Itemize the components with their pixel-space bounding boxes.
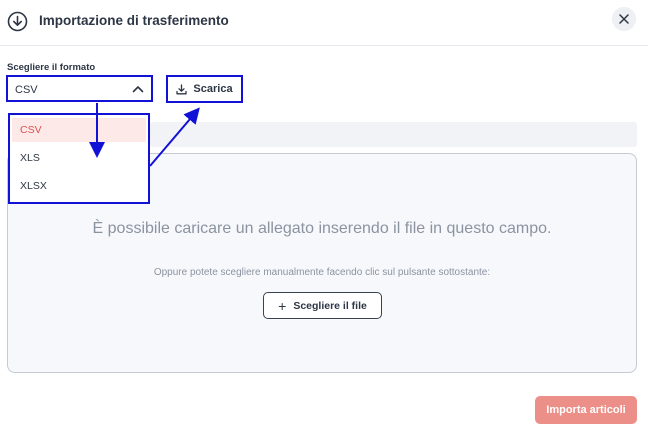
close-icon bbox=[619, 14, 629, 24]
download-button[interactable]: Scarica bbox=[166, 75, 243, 103]
download-icon bbox=[176, 83, 188, 94]
format-select-value: CSV bbox=[15, 84, 38, 96]
download-circle-icon bbox=[7, 11, 28, 32]
format-option-xls[interactable]: XLS bbox=[12, 146, 146, 170]
modal-title: Importazione di trasferimento bbox=[39, 13, 229, 28]
format-label: Scegliere il formato bbox=[7, 62, 96, 73]
download-button-label: Scarica bbox=[193, 83, 233, 95]
format-option-xlsx[interactable]: XLSX bbox=[12, 174, 146, 198]
choose-file-label: Scegliere il file bbox=[293, 299, 367, 312]
chevron-up-icon bbox=[132, 86, 144, 93]
choose-file-button[interactable]: + Scegliere il file bbox=[263, 292, 382, 319]
upload-progress-strip bbox=[150, 122, 637, 147]
format-select[interactable]: CSV bbox=[6, 75, 153, 102]
dropzone-main-text: È possibile caricare un allegato inseren… bbox=[92, 220, 552, 237]
import-articles-label: Importa articoli bbox=[546, 404, 626, 416]
modal-header: Importazione di trasferimento bbox=[0, 0, 648, 46]
plus-icon: + bbox=[278, 297, 287, 314]
close-button[interactable] bbox=[612, 7, 636, 31]
format-option-csv[interactable]: CSV bbox=[12, 118, 146, 142]
dropzone-sub-text: Oppure potete scegliere manualmente face… bbox=[153, 267, 491, 278]
format-dropdown: CSV XLS XLSX bbox=[8, 113, 150, 204]
import-articles-button[interactable]: Importa articoli bbox=[535, 396, 637, 424]
